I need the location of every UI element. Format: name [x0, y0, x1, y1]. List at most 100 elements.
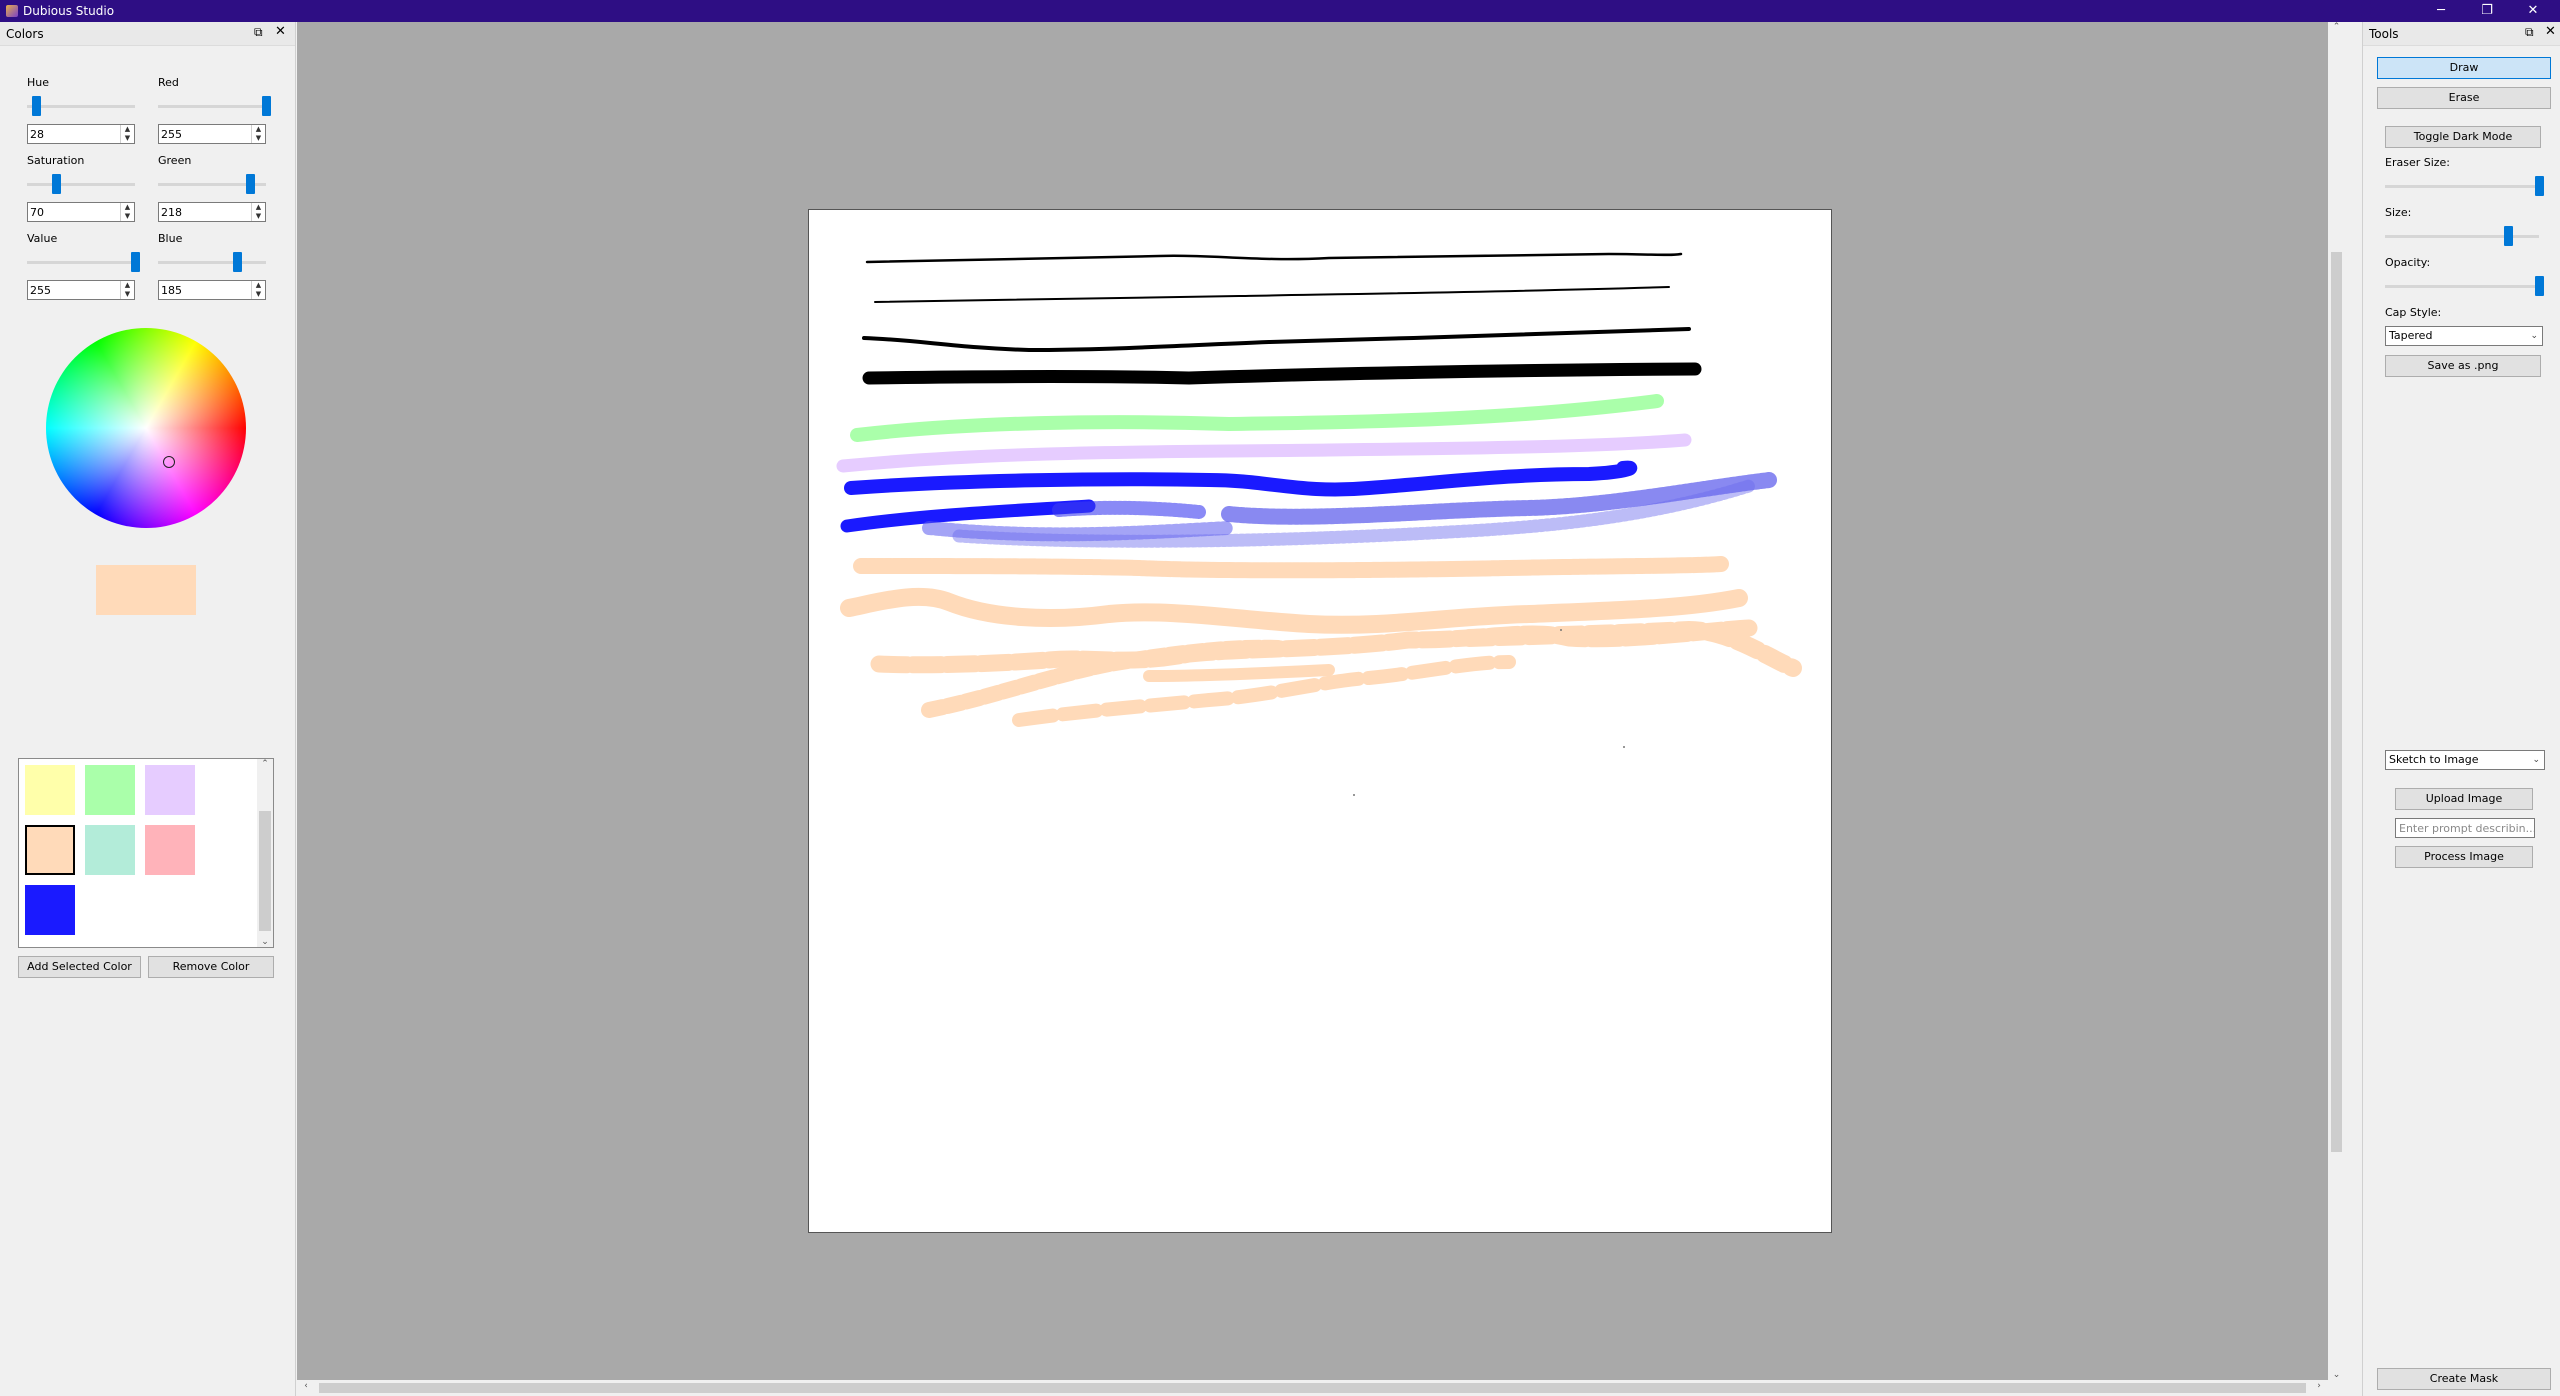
close-panel-icon[interactable]: ✕ — [2545, 24, 2556, 39]
green-spinbox[interactable]: ▲▼ — [158, 202, 266, 222]
spin-arrows-icon[interactable]: ▲ ▼ — [251, 125, 265, 143]
spin-arrows-icon[interactable]: ▲ ▼ — [120, 125, 134, 143]
blue-slider[interactable] — [158, 252, 266, 272]
stroke — [840, 587, 1748, 634]
opacity-slider[interactable] — [2385, 276, 2544, 296]
erase-button[interactable]: Erase — [2377, 87, 2551, 109]
vertical-scroll-thumb[interactable] — [2331, 252, 2342, 1152]
canvas-area: ⌃ ⌄ ‹ › — [297, 22, 2345, 1396]
size-handle[interactable] — [2504, 226, 2514, 246]
chevron-down-icon: ⌄ — [2532, 755, 2540, 765]
scroll-down-icon[interactable]: ⌄ — [2328, 1370, 2345, 1380]
stroke — [1460, 621, 1802, 677]
eraser-size-slider[interactable] — [2385, 176, 2544, 196]
title-bar: Dubious Studio ─ ❐ ✕ — [0, 0, 2560, 22]
saturation-slider[interactable] — [27, 174, 135, 194]
spin-arrows-icon[interactable]: ▲ ▼ — [251, 203, 265, 221]
green-slider[interactable] — [158, 174, 266, 194]
cap-style-label: Cap Style: — [2385, 306, 2442, 319]
red-spinbox[interactable]: ▲▼ — [158, 124, 266, 144]
stroke — [1143, 664, 1335, 682]
opacity-handle[interactable] — [2535, 276, 2544, 296]
saturation-spinbox[interactable]: ▲▼ — [27, 202, 135, 222]
prompt-field[interactable] — [2395, 818, 2535, 838]
spin-arrows-icon[interactable]: ▲ ▼ — [120, 203, 134, 221]
blue-slider-handle[interactable] — [232, 252, 242, 272]
hue-slider-handle[interactable] — [31, 96, 41, 116]
hue-input[interactable] — [30, 126, 116, 142]
scroll-up-icon[interactable]: ⌃ — [257, 759, 273, 769]
close-window-button[interactable]: ✕ — [2510, 0, 2556, 22]
blue-input[interactable] — [161, 282, 247, 298]
value-slider-handle[interactable] — [131, 252, 140, 272]
stroke — [874, 286, 1670, 303]
color-swatch[interactable] — [25, 885, 75, 935]
scroll-right-icon[interactable]: › — [2312, 1381, 2326, 1391]
value-slider[interactable] — [27, 252, 140, 272]
float-panel-icon[interactable]: ⧉ — [254, 25, 263, 40]
colors-panel-title: Colors — [6, 27, 44, 41]
green-input[interactable] — [161, 204, 247, 220]
upload-image-button[interactable]: Upload Image — [2395, 788, 2533, 810]
red-slider-handle[interactable] — [262, 96, 271, 116]
minimize-button[interactable]: ─ — [2418, 0, 2464, 22]
create-mask-button[interactable]: Create Mask — [2377, 1368, 2551, 1390]
saturation-slider-handle[interactable] — [52, 174, 62, 194]
float-panel-icon[interactable]: ⧉ — [2525, 25, 2534, 40]
color-swatch[interactable] — [85, 825, 135, 875]
stroke — [844, 460, 1638, 497]
color-wheel[interactable] — [46, 328, 246, 528]
value-spinbox[interactable]: ▲▼ — [27, 280, 135, 300]
size-slider[interactable] — [2385, 226, 2539, 246]
color-swatch[interactable] — [85, 765, 135, 815]
maximize-button[interactable]: ❐ — [2464, 0, 2510, 22]
remove-color-button[interactable]: Remove Color — [148, 956, 274, 978]
process-image-button[interactable]: Process Image — [2395, 846, 2533, 868]
saturation-input[interactable] — [30, 204, 116, 220]
red-input[interactable] — [161, 126, 247, 142]
color-swatch[interactable] — [25, 765, 75, 815]
spin-arrows-icon[interactable]: ▲ ▼ — [251, 281, 265, 299]
canvas-vertical-scrollbar[interactable]: ⌃ ⌄ — [2328, 22, 2345, 1380]
prompt-input[interactable] — [2396, 819, 2534, 837]
eraser-size-label: Eraser Size: — [2385, 156, 2451, 169]
cap-style-select[interactable]: Tapered ⌄ — [2385, 326, 2543, 346]
swatch-scrollbar[interactable]: ⌃ ⌄ — [257, 759, 273, 947]
hue-spinbox[interactable]: ▲▼ — [27, 124, 135, 144]
stroke — [862, 362, 1702, 385]
mode-select-value: Sketch to Image — [2389, 753, 2479, 766]
drawing-canvas[interactable] — [808, 209, 1832, 1233]
horizontal-scroll-thumb[interactable] — [319, 1383, 2306, 1393]
add-selected-color-button[interactable]: Add Selected Color — [18, 956, 141, 978]
selected-color-preview — [96, 565, 196, 615]
color-swatch-list[interactable]: ⌃ ⌄ — [18, 758, 274, 948]
saturation-label: Saturation — [27, 154, 85, 167]
color-swatch[interactable] — [145, 825, 195, 875]
toggle-dark-mode-button[interactable]: Toggle Dark Mode — [2385, 126, 2541, 148]
colors-panel-header: Colors ⧉ ✕ — [0, 22, 295, 46]
cap-style-value: Tapered — [2389, 329, 2433, 342]
blue-spinbox[interactable]: ▲▼ — [158, 280, 266, 300]
mode-select[interactable]: Sketch to Image ⌄ — [2385, 750, 2545, 770]
canvas-horizontal-scrollbar[interactable]: ‹ › — [297, 1380, 2328, 1396]
app-icon — [6, 5, 18, 17]
red-slider[interactable] — [158, 96, 271, 116]
value-input[interactable] — [30, 282, 116, 298]
color-swatch[interactable] — [145, 765, 195, 815]
blue-label: Blue — [158, 232, 183, 245]
color-swatch[interactable] — [25, 825, 75, 875]
close-panel-icon[interactable]: ✕ — [275, 24, 286, 39]
color-wheel-picker-icon[interactable] — [163, 456, 175, 468]
scroll-left-icon[interactable]: ‹ — [299, 1381, 313, 1391]
size-label: Size: — [2385, 206, 2412, 219]
scroll-thumb[interactable] — [259, 811, 271, 931]
scroll-up-icon[interactable]: ⌃ — [2328, 22, 2345, 32]
draw-button[interactable]: Draw — [2377, 57, 2551, 79]
hue-slider[interactable] — [27, 96, 135, 116]
green-slider-handle[interactable] — [245, 174, 255, 194]
save-png-button[interactable]: Save as .png — [2385, 355, 2541, 377]
spin-arrows-icon[interactable]: ▲ ▼ — [120, 281, 134, 299]
scroll-down-icon[interactable]: ⌄ — [257, 937, 273, 947]
eraser-size-handle[interactable] — [2535, 176, 2544, 196]
opacity-label: Opacity: — [2385, 256, 2431, 269]
